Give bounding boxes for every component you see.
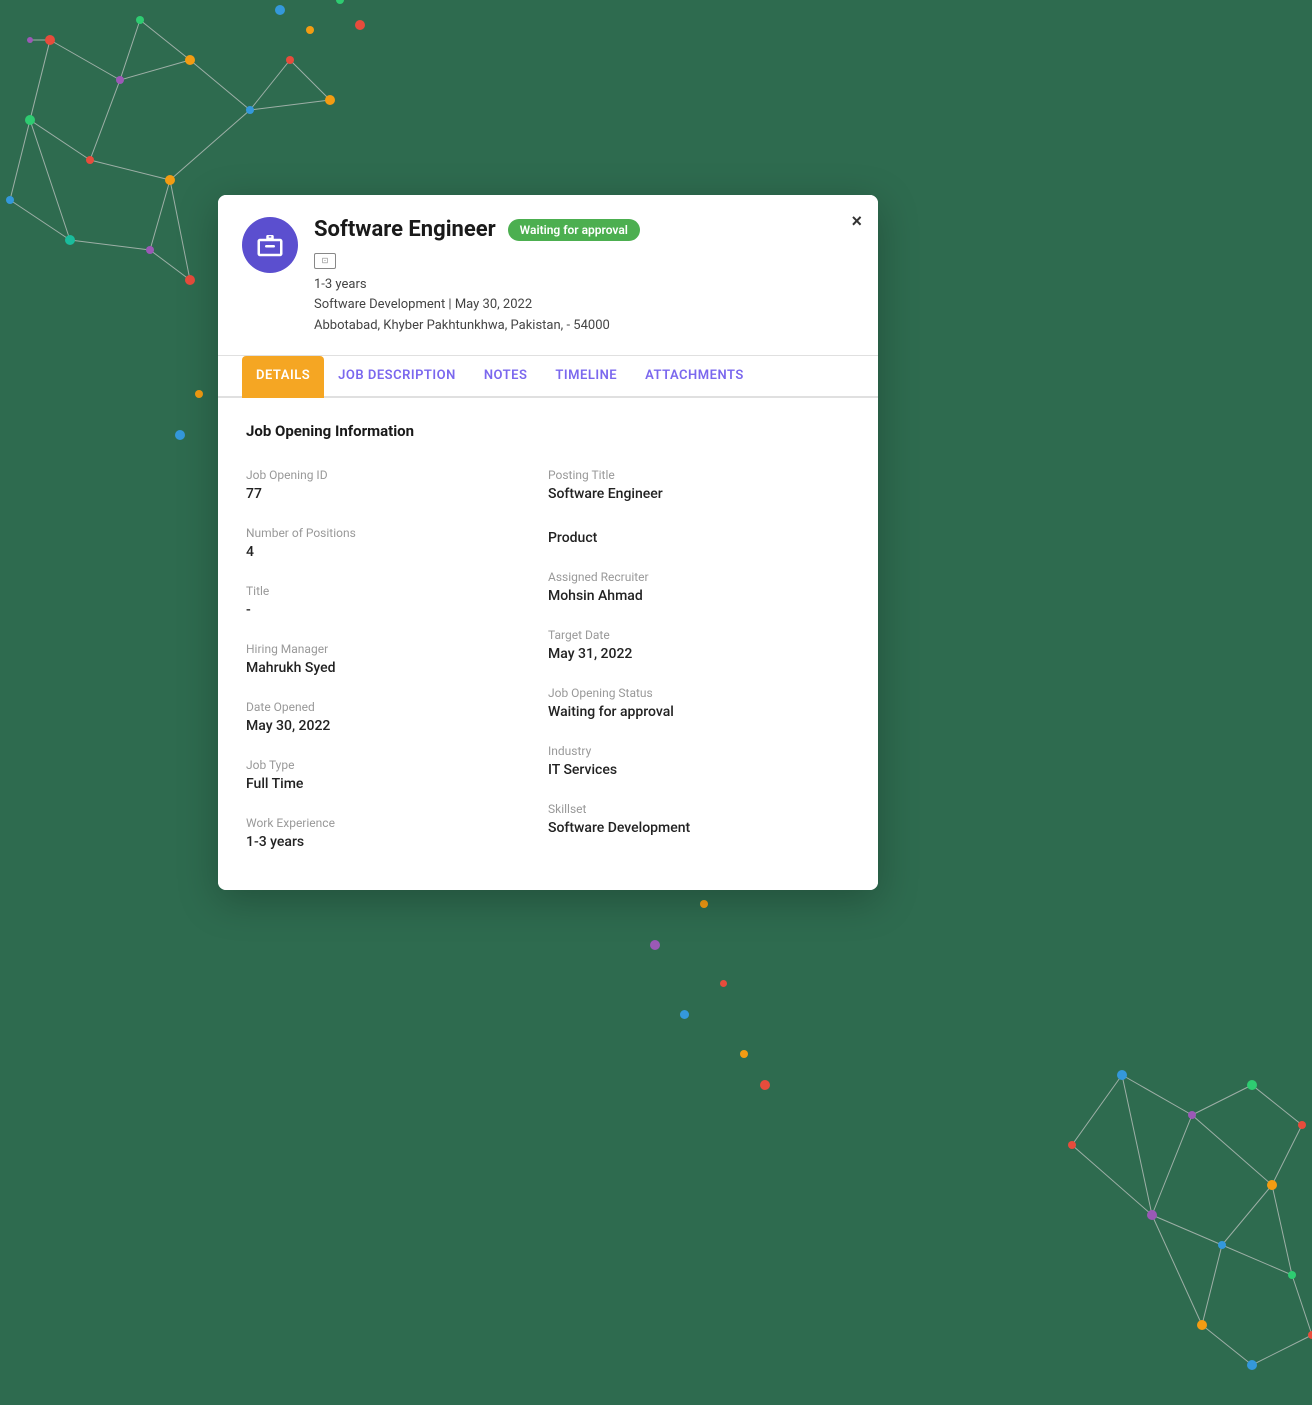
value-date-opened: May 30, 2022 bbox=[246, 718, 548, 734]
experience-text: 1-3 years bbox=[314, 275, 854, 296]
detail-assigned-recruiter: Assigned Recruiter Mohsin Ahmad bbox=[548, 562, 850, 620]
detail-product: Product bbox=[548, 518, 850, 562]
close-button[interactable]: × bbox=[851, 211, 862, 232]
label-date-opened: Date Opened bbox=[246, 700, 548, 714]
value-skillset: Software Development bbox=[548, 820, 850, 836]
tab-details[interactable]: DETAILS bbox=[242, 356, 324, 398]
tab-timeline[interactable]: TIMELINE bbox=[541, 356, 631, 398]
detail-industry: Industry IT Services bbox=[548, 736, 850, 794]
detail-job-type: Job Type Full Time bbox=[246, 750, 548, 808]
label-job-opening-id: Job Opening ID bbox=[246, 468, 548, 482]
label-target-date: Target Date bbox=[548, 628, 850, 642]
tab-attachments[interactable]: ATTACHMENTS bbox=[631, 356, 758, 398]
label-job-type: Job Type bbox=[246, 758, 548, 772]
right-column: Posting Title Software Engineer Product … bbox=[548, 460, 850, 866]
label-assigned-recruiter: Assigned Recruiter bbox=[548, 570, 850, 584]
value-target-date: May 31, 2022 bbox=[548, 646, 850, 662]
label-title: Title bbox=[246, 584, 548, 598]
value-job-opening-id: 77 bbox=[246, 486, 548, 502]
detail-posting-title: Posting Title Software Engineer bbox=[548, 460, 850, 518]
value-job-type: Full Time bbox=[246, 776, 548, 792]
value-posting-title: Software Engineer bbox=[548, 486, 850, 502]
detail-hiring-manager: Hiring Manager Mahrukh Syed bbox=[246, 634, 548, 692]
tab-job-description[interactable]: JOB DESCRIPTION bbox=[324, 356, 470, 398]
details-grid: Job Opening ID 77 Number of Positions 4 … bbox=[246, 460, 850, 866]
detail-date-opened: Date Opened May 30, 2022 bbox=[246, 692, 548, 750]
value-num-positions: 4 bbox=[246, 544, 548, 560]
location-text: Abbotabad, Khyber Pakhtunkhwa, Pakistan,… bbox=[314, 316, 854, 337]
header-info: Software Engineer Waiting for approval ⊡… bbox=[314, 217, 854, 337]
detail-work-experience: Work Experience 1-3 years bbox=[246, 808, 548, 866]
modal-card: Software Engineer Waiting for approval ⊡… bbox=[218, 195, 878, 890]
department-date: Software Development | May 30, 2022 bbox=[314, 295, 854, 316]
modal-header: Software Engineer Waiting for approval ⊡… bbox=[218, 195, 878, 356]
label-work-experience: Work Experience bbox=[246, 816, 548, 830]
value-assigned-recruiter: Mohsin Ahmad bbox=[548, 588, 850, 604]
tab-notes[interactable]: NOTES bbox=[470, 356, 542, 398]
detail-title: Title - bbox=[246, 576, 548, 634]
title-row: Software Engineer Waiting for approval bbox=[314, 217, 854, 242]
job-title: Software Engineer bbox=[314, 217, 496, 242]
label-skillset: Skillset bbox=[548, 802, 850, 816]
modal-content: Job Opening Information Job Opening ID 7… bbox=[218, 398, 878, 890]
status-badge: Waiting for approval bbox=[508, 219, 640, 241]
resume-icon: ⊡ bbox=[314, 253, 336, 269]
value-product: Product bbox=[548, 530, 850, 546]
value-industry: IT Services bbox=[548, 762, 850, 778]
label-posting-title: Posting Title bbox=[548, 468, 850, 482]
briefcase-icon bbox=[255, 230, 285, 260]
value-job-opening-status: Waiting for approval bbox=[548, 704, 850, 720]
detail-num-positions: Number of Positions 4 bbox=[246, 518, 548, 576]
sub-info: 1-3 years Software Development | May 30,… bbox=[314, 275, 854, 337]
detail-target-date: Target Date May 31, 2022 bbox=[548, 620, 850, 678]
detail-job-opening-id: Job Opening ID 77 bbox=[246, 460, 548, 518]
label-num-positions: Number of Positions bbox=[246, 526, 548, 540]
label-hiring-manager: Hiring Manager bbox=[246, 642, 548, 656]
label-job-opening-status: Job Opening Status bbox=[548, 686, 850, 700]
detail-skillset: Skillset Software Development bbox=[548, 794, 850, 852]
left-column: Job Opening ID 77 Number of Positions 4 … bbox=[246, 460, 548, 866]
tabs-row: DETAILS JOB DESCRIPTION NOTES TIMELINE A… bbox=[218, 356, 878, 398]
value-work-experience: 1-3 years bbox=[246, 834, 548, 850]
section-title: Job Opening Information bbox=[246, 422, 850, 440]
avatar bbox=[242, 217, 298, 273]
label-industry: Industry bbox=[548, 744, 850, 758]
value-title: - bbox=[246, 602, 548, 618]
detail-job-opening-status: Job Opening Status Waiting for approval bbox=[548, 678, 850, 736]
value-hiring-manager: Mahrukh Syed bbox=[246, 660, 548, 676]
